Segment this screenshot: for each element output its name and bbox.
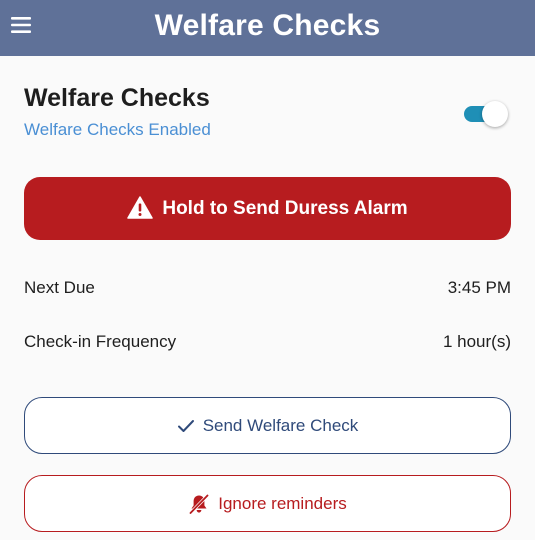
bell-off-icon xyxy=(188,493,210,515)
send-welfare-check-label: Send Welfare Check xyxy=(202,415,359,435)
next-due-label: Next Due xyxy=(24,278,95,297)
app-bar: Welfare Checks xyxy=(0,0,535,56)
warning-triangle-icon xyxy=(127,196,154,219)
hamburger-menu-icon xyxy=(11,17,31,33)
app-title: Welfare Checks xyxy=(154,9,381,42)
ignore-reminders-button[interactable]: Ignore reminders xyxy=(24,475,511,532)
welfare-checks-toggle[interactable] xyxy=(464,101,508,127)
check-icon xyxy=(177,419,195,433)
toggle-thumb xyxy=(482,101,508,127)
welfare-checks-screen: Welfare Checks Welfare Checks Welfare Ch… xyxy=(0,0,535,540)
welfare-checks-status: Welfare Checks Enabled xyxy=(24,120,211,139)
check-in-frequency-value: 1 hour(s) xyxy=(442,332,511,351)
welfare-checks-heading: Welfare Checks xyxy=(24,84,210,112)
menu-button[interactable] xyxy=(10,14,32,36)
next-due-row: Next Due 3:45 PM xyxy=(24,278,511,298)
send-welfare-check-button[interactable]: Send Welfare Check xyxy=(24,397,511,454)
duress-alarm-label: Hold to Send Duress Alarm xyxy=(162,197,408,219)
check-in-frequency-row: Check-in Frequency 1 hour(s) xyxy=(24,332,511,352)
duress-alarm-button[interactable]: Hold to Send Duress Alarm xyxy=(24,177,511,240)
next-due-value: 3:45 PM xyxy=(447,278,511,297)
check-in-frequency-label: Check-in Frequency xyxy=(24,332,177,351)
ignore-reminders-label: Ignore reminders xyxy=(218,493,347,513)
